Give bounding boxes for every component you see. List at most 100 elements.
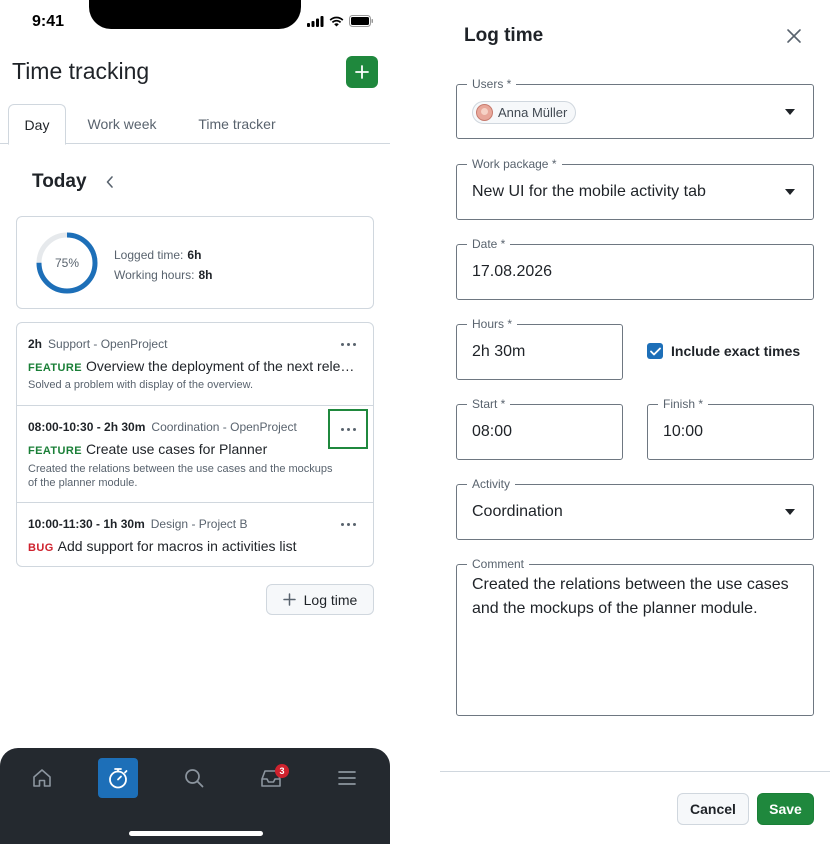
summary-lines: Logged time: 6h Working hours: 8h — [114, 245, 213, 285]
day-label: Today — [32, 171, 87, 192]
logged-time-label: Logged time: — [114, 248, 184, 262]
tab-time-tracker[interactable]: Time tracker — [182, 104, 292, 144]
add-time-entry-button[interactable] — [346, 56, 378, 88]
entry-type: FEATURE — [28, 362, 82, 374]
log-time-label: Log time — [303, 591, 358, 608]
users-select[interactable]: Users * Anna Müller — [456, 77, 814, 139]
day-navigation: Today — [32, 171, 115, 193]
comment-textarea[interactable]: Comment Created the relations between th… — [456, 557, 814, 716]
work-package-value: New UI for the mobile activity tab — [472, 183, 706, 200]
close-dialog-button[interactable] — [782, 24, 806, 48]
activity-value: Coordination — [472, 503, 563, 520]
plus-icon — [282, 593, 296, 606]
time-tracking-screen: 9:41 Time tracking Day Work week Time tr… — [0, 0, 390, 844]
nav-search[interactable] — [174, 758, 214, 798]
entry-duration: 2h — [28, 337, 43, 351]
progress-percentage: 75% — [54, 256, 80, 270]
search-icon — [185, 769, 204, 788]
tab-day[interactable]: Day — [8, 104, 66, 145]
start-label: Start * — [467, 397, 511, 411]
dropdown-caret-icon — [785, 108, 795, 115]
logged-time-value: 6h — [187, 248, 202, 262]
entry-type: FEATURE — [28, 445, 82, 457]
hours-label: Hours * — [467, 317, 518, 331]
dialog-title: Log time — [464, 25, 544, 46]
time-entry[interactable]: 2h Support - OpenProject FEATURE Overview … — [17, 323, 373, 405]
inbox-badge: 3 — [275, 764, 289, 778]
menu-icon — [338, 771, 356, 785]
nav-menu[interactable] — [327, 758, 367, 798]
dropdown-caret-icon — [785, 509, 795, 515]
entry-duration: 08:00-10:30 - 2h 30m — [28, 420, 146, 434]
entry-project: Coordination - OpenProject — [151, 420, 297, 434]
logged-time-row: Logged time: 6h — [114, 245, 213, 265]
date-label: Date * — [467, 237, 511, 251]
check-icon — [649, 347, 661, 355]
entry-title: Create use cases for Planner — [85, 441, 268, 457]
work-package-select[interactable]: Work package * New UI for the mobile act… — [456, 157, 814, 220]
entry-meta: 08:00-10:30 - 2h 30m Coordination - OpenP… — [28, 420, 297, 434]
user-chip[interactable]: Anna Müller — [472, 101, 577, 124]
home-icon — [33, 769, 51, 787]
entry-project: Design - Project B — [150, 517, 248, 531]
close-icon — [787, 29, 801, 43]
activity-label: Activity — [467, 477, 516, 491]
activity-select[interactable]: Activity Coordination — [456, 477, 814, 540]
entry-description: Created the relations between the use ca… — [28, 463, 333, 489]
entry-duration: 10:00-11:30 - 1h 30m — [28, 517, 145, 531]
date-field[interactable]: Date * 17.08.2026 — [456, 237, 814, 300]
cancel-button[interactable]: Cancel — [677, 793, 749, 825]
working-hours-label: Working hours: — [114, 268, 195, 282]
status-time: 9:41 — [32, 13, 65, 30]
dropdown-caret-icon — [785, 189, 795, 195]
users-label: Users * — [467, 77, 517, 91]
home-indicator — [129, 831, 263, 836]
include-exact-times-checkbox[interactable] — [647, 343, 663, 359]
entry-meta: 10:00-11:30 - 1h 30m Design - Project B — [28, 517, 247, 531]
comment-value: Created the relations between the use ca… — [472, 576, 789, 617]
tab-work-week[interactable]: Work week — [74, 104, 170, 144]
working-hours-row: Working hours: 8h — [114, 265, 213, 285]
working-hours-value: 8h — [198, 268, 213, 282]
hours-value: 2h 30m — [472, 343, 526, 360]
comment-label: Comment — [467, 557, 530, 571]
page-title: Time tracking — [12, 58, 150, 84]
avatar — [476, 104, 493, 121]
entry-description: Solved a problem with display of the ove… — [28, 379, 254, 391]
start-value: 08:00 — [472, 423, 513, 440]
nav-time-tracking[interactable] — [98, 758, 138, 798]
nav-home[interactable] — [22, 758, 62, 798]
finish-time-field[interactable]: Finish * 10:00 — [647, 397, 814, 460]
time-entry[interactable]: 08:00-10:30 - 2h 30m Coordination - OpenP… — [17, 405, 373, 502]
include-exact-times-toggle[interactable]: Include exact times — [647, 343, 800, 359]
entry-title: Overview the deployment of the next rele… — [85, 358, 358, 374]
bottom-navigation: 3 — [0, 748, 390, 844]
entry-more-menu[interactable] — [333, 512, 363, 536]
entry-title-row: FEATURE Overview the deployment of the ne… — [28, 358, 358, 374]
log-time-button[interactable]: Log time — [266, 584, 374, 615]
save-button[interactable]: Save — [757, 793, 814, 825]
chevron-left-icon[interactable] — [105, 175, 115, 189]
work-package-label: Work package * — [467, 157, 562, 171]
entry-more-menu[interactable] — [333, 332, 363, 356]
entry-type: BUG — [28, 542, 54, 554]
view-tabs: Day Work week Time tracker — [0, 104, 390, 145]
hours-field[interactable]: Hours * 2h 30m — [456, 317, 623, 380]
status-icons — [307, 15, 374, 27]
entry-project: Support - OpenProject — [48, 337, 168, 351]
date-value: 17.08.2026 — [472, 263, 553, 280]
entry-title: Add support for macros in activities lis… — [57, 538, 297, 554]
start-time-field[interactable]: Start * 08:00 — [456, 397, 623, 460]
time-entry[interactable]: 10:00-11:30 - 1h 30m Design - Project B B… — [17, 502, 373, 566]
wifi-icon — [329, 16, 344, 26]
finish-value: 10:00 — [663, 423, 704, 440]
include-exact-times-label: Include exact times — [671, 343, 801, 359]
time-entries-list: 2h Support - OpenProject FEATURE Overview … — [16, 322, 374, 567]
signal-icon — [307, 15, 324, 27]
nav-inbox[interactable]: 3 — [251, 758, 291, 798]
entry-title-row: BUG Add support for macros in activities … — [28, 538, 368, 554]
plus-icon — [355, 65, 369, 79]
dialog-footer: Cancel Save — [440, 771, 830, 844]
user-name: Anna Müller — [498, 105, 568, 120]
entry-meta: 2h Support - OpenProject — [28, 337, 167, 351]
